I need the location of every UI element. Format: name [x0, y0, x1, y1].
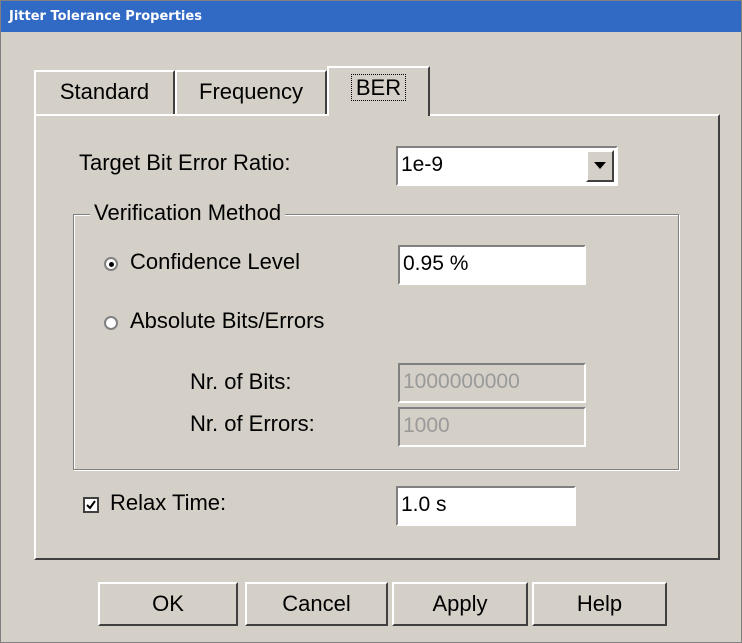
- apply-button[interactable]: Apply: [392, 582, 528, 626]
- target-ber-value: 1e-9: [401, 153, 444, 176]
- relax-time-label: Relax Time:: [110, 490, 227, 515]
- tab-frequency[interactable]: Frequency: [175, 70, 327, 114]
- confidence-level-input[interactable]: 0.95 %: [398, 245, 586, 285]
- checkmark-icon: [86, 500, 96, 510]
- ok-button[interactable]: OK: [98, 582, 238, 626]
- absolute-bits-errors-label: Absolute Bits/Errors: [130, 308, 325, 333]
- confidence-level-radio[interactable]: [104, 257, 118, 271]
- target-ber-label: Target Bit Error Ratio:: [79, 150, 291, 175]
- nr-of-errors-input[interactable]: 1000: [398, 407, 586, 447]
- tab-standard[interactable]: Standard: [34, 70, 175, 114]
- tab-ber[interactable]: BER: [327, 66, 430, 116]
- relax-time-input[interactable]: 1.0 s: [396, 486, 576, 526]
- tab-ber-label: BER: [350, 74, 407, 101]
- dropdown-button[interactable]: [586, 150, 614, 182]
- cancel-button[interactable]: Cancel: [245, 582, 388, 626]
- ber-tab-panel: Target Bit Error Ratio: 1e-9 Verificatio…: [34, 114, 720, 560]
- nr-of-errors-label: Nr. of Errors:: [190, 411, 315, 436]
- chevron-down-icon: [594, 162, 606, 169]
- window-title: Jitter Tolerance Properties: [1, 1, 741, 32]
- tab-standard-label: Standard: [59, 79, 150, 104]
- absolute-bits-errors-radio[interactable]: [104, 316, 118, 330]
- verification-method-title: Verification Method: [90, 200, 286, 226]
- nr-of-bits-label: Nr. of Bits:: [190, 369, 292, 394]
- help-button[interactable]: Help: [532, 582, 667, 626]
- relax-time-checkbox[interactable]: [83, 497, 99, 513]
- dialog-window: Jitter Tolerance Properties Standard Fre…: [0, 0, 742, 643]
- nr-of-bits-input[interactable]: 1000000000: [398, 363, 586, 403]
- tab-frequency-label: Frequency: [199, 79, 303, 104]
- radio-selected-dot: [109, 262, 114, 267]
- target-ber-dropdown[interactable]: 1e-9: [396, 146, 618, 186]
- confidence-level-label: Confidence Level: [130, 249, 301, 274]
- verification-method-group: Verification Method Confidence Level 0.9…: [73, 200, 679, 470]
